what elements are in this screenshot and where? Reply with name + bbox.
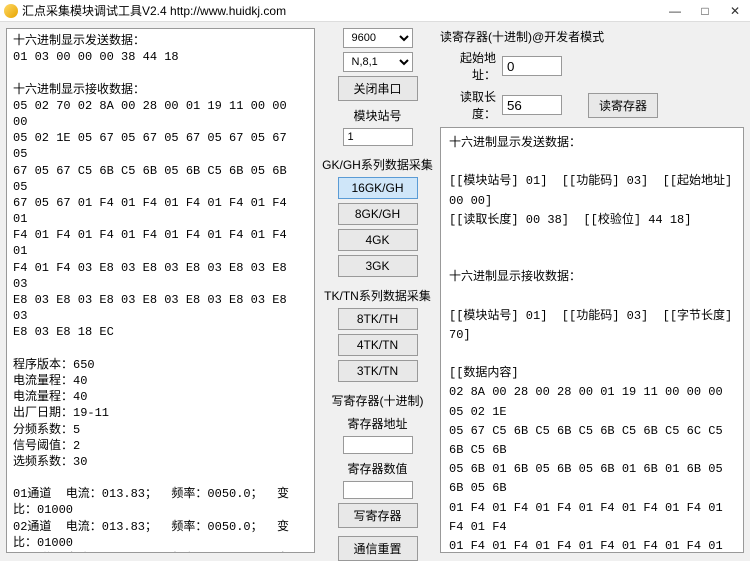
baud-select[interactable]: 9600 bbox=[343, 28, 413, 48]
app-icon bbox=[4, 4, 18, 18]
right-log-panel: 十六进制显示发送数据： [[模块站号] 01] [[功能码] 03] [[起始地… bbox=[440, 127, 744, 553]
maximize-button[interactable]: □ bbox=[690, 0, 720, 22]
station-input[interactable] bbox=[343, 128, 413, 146]
read-reg-header: 读寄存器(十进制)@开发者模式 bbox=[440, 28, 744, 45]
btn-16gk[interactable]: 16GK/GH bbox=[338, 177, 418, 199]
window-title: 汇点采集模块调试工具V2.4 http://www.huidkj.com bbox=[22, 2, 286, 19]
window-titlebar: 汇点采集模块调试工具V2.4 http://www.huidkj.com — □… bbox=[0, 0, 750, 22]
gk-group-label: GK/GH系列数据采集 bbox=[322, 156, 433, 173]
tk-group-label: TK/TN系列数据采集 bbox=[324, 287, 431, 304]
minimize-button[interactable]: — bbox=[660, 0, 690, 22]
reg-val-label: 寄存器数值 bbox=[347, 460, 407, 477]
station-label: 模块站号 bbox=[353, 107, 401, 124]
start-addr-label: 起始地址： bbox=[440, 49, 496, 83]
write-reg-button[interactable]: 写寄存器 bbox=[338, 503, 418, 528]
write-group-label: 写寄存器(十进制) bbox=[332, 392, 424, 409]
start-addr-input[interactable] bbox=[502, 56, 562, 76]
close-port-button[interactable]: 关闭串口 bbox=[338, 76, 418, 101]
reg-addr-label: 寄存器地址 bbox=[347, 415, 407, 432]
left-log-panel: 十六进制显示发送数据： 01 03 00 00 00 38 44 18 十六进制… bbox=[6, 28, 315, 553]
btn-3gk[interactable]: 3GK bbox=[338, 255, 418, 277]
parity-select[interactable]: N,8,1 bbox=[343, 52, 413, 72]
btn-4gk[interactable]: 4GK bbox=[338, 229, 418, 251]
btn-8gk[interactable]: 8GK/GH bbox=[338, 203, 418, 225]
read-len-label: 读取长度： bbox=[440, 88, 496, 122]
reg-addr-input[interactable] bbox=[343, 436, 413, 454]
comm-reset-button[interactable]: 通信重置 bbox=[338, 536, 418, 561]
reg-val-input[interactable] bbox=[343, 481, 413, 499]
btn-8tk[interactable]: 8TK/TH bbox=[338, 308, 418, 330]
close-button[interactable]: ✕ bbox=[720, 0, 750, 22]
read-reg-button[interactable]: 读寄存器 bbox=[588, 93, 658, 118]
btn-4tk[interactable]: 4TK/TN bbox=[338, 334, 418, 356]
btn-3tk[interactable]: 3TK/TN bbox=[338, 360, 418, 382]
read-len-input[interactable] bbox=[502, 95, 562, 115]
